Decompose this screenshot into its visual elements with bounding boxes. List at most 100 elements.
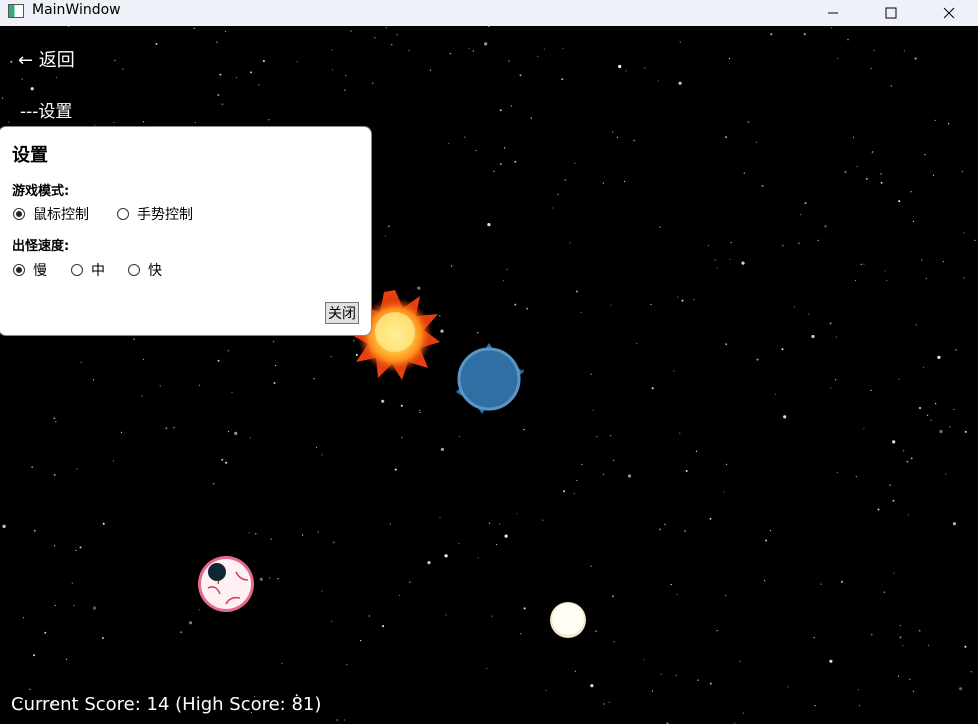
star [23,617,25,619]
star [273,382,276,384]
star [884,270,886,272]
star [520,633,522,635]
star [216,41,218,44]
star [248,532,250,534]
speed-option-slow[interactable]: 慢 [13,260,47,280]
star [798,242,800,244]
star [945,473,947,475]
star [2,524,6,528]
star [670,583,672,586]
star [883,591,886,593]
star [873,49,875,51]
star [526,307,529,310]
star [781,244,784,247]
star [449,53,451,55]
minimize-button[interactable] [810,0,856,26]
star [346,664,348,666]
maximize-button[interactable] [868,0,914,26]
back-button[interactable]: ← 返回 [18,46,75,72]
star [165,427,168,430]
star [29,688,31,691]
star [914,57,917,60]
radio-icon[interactable] [71,264,83,276]
star [612,131,614,133]
star [844,171,847,173]
star [841,580,843,582]
star [893,572,895,574]
star [543,48,545,50]
star [516,513,518,515]
star [725,463,728,465]
mode-option-mouse[interactable]: 鼠标控制 [13,204,89,224]
star [189,621,193,625]
star [959,687,963,691]
star [912,220,915,222]
star [684,530,687,532]
star [747,121,750,124]
star [695,450,698,452]
game-canvas[interactable]: ← 返回 ---设置 设置 游戏模式: 鼠标控制 手势控制 出怪速度: 慢 中 … [0,26,978,724]
star [250,71,252,74]
star [714,259,716,261]
star [331,620,333,622]
star [79,546,82,549]
star [636,343,638,345]
star [725,343,728,346]
star [564,179,566,181]
star [612,595,614,598]
title-bar: MainWindow [0,0,978,26]
speed-option-fast[interactable]: 快 [128,260,162,280]
speed-label: 出怪速度: [12,239,70,254]
star [477,332,479,334]
star [903,450,905,452]
radio-icon[interactable] [128,264,140,276]
star [458,435,460,438]
star [675,674,677,676]
star [830,387,832,389]
star [590,684,594,688]
star [514,303,517,306]
star [468,47,470,50]
star [506,268,508,270]
star [890,85,892,87]
star [142,358,145,360]
star [764,580,766,582]
star [8,121,10,123]
star [574,162,576,164]
radio-icon[interactable] [13,208,25,220]
star [603,703,605,705]
star [227,350,229,352]
radio-icon[interactable] [117,208,129,220]
star [10,60,13,63]
star [317,531,319,533]
star [829,322,832,325]
star [427,561,431,565]
star [445,614,447,616]
star [113,122,115,124]
star [429,69,431,71]
star [296,61,298,63]
mode-option-gesture[interactable]: 手势控制 [117,204,193,224]
star [633,139,635,142]
star [739,660,741,662]
radio-icon[interactable] [13,264,25,276]
star [847,39,849,41]
close-window-button[interactable] [926,0,972,26]
breadcrumb: ---设置 [20,102,73,122]
star [458,542,460,544]
star [330,356,332,358]
star [725,136,727,139]
star [440,447,444,451]
star [651,387,654,390]
star [552,207,554,209]
star [723,491,725,493]
star [389,523,391,525]
star [262,60,265,63]
star [400,404,403,407]
close-button[interactable]: 关闭 [325,302,359,324]
star [935,403,937,405]
star [608,701,610,704]
star [141,395,143,397]
star [742,712,744,714]
speed-option-medium[interactable]: 中 [71,260,105,280]
